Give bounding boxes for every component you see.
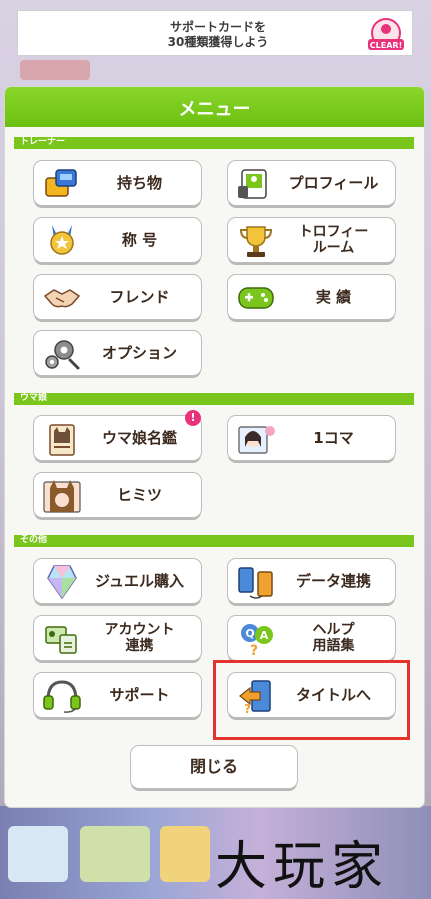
jewel-purchase-button[interactable]: ジュエル購入	[34, 559, 201, 603]
help-icon: Q A ?	[241, 624, 273, 657]
profile-label: プロフィール	[288, 174, 379, 192]
title-button[interactable]: 称 号	[34, 218, 201, 262]
account-label-line1: アカウント	[104, 622, 175, 638]
svg-text:Q: Q	[245, 627, 254, 640]
help-label-line2: 用語集	[312, 638, 355, 654]
items-label: 持ち物	[116, 174, 162, 192]
book-icon	[49, 424, 75, 456]
help-glossary-label: ヘルプ 用語集	[278, 616, 389, 660]
one-koma-label: 1コマ	[313, 429, 354, 447]
items-icon	[45, 169, 77, 197]
friend-label: フレンド	[109, 288, 170, 306]
watermark-text: 大玩家	[215, 837, 390, 897]
background-card	[8, 826, 68, 882]
one-koma-button[interactable]: 1コマ	[228, 416, 395, 460]
jewel-icon	[47, 565, 77, 600]
menu-title: メニュー	[178, 99, 251, 120]
help-glossary-button[interactable]: Q A ? ヘルプ 用語集	[228, 616, 395, 660]
friend-button[interactable]: フレンド	[34, 275, 201, 319]
banner-text-line2: 30種類獲得しよう	[167, 35, 269, 49]
uma-encyclopedia-button[interactable]: ウマ娘名鑑	[34, 416, 201, 460]
trophy-room-label: トロフィー ルーム	[278, 218, 389, 262]
section-umamusume: ウマ娘	[14, 393, 414, 405]
character-portrait-icon	[238, 426, 275, 454]
data-link-label: データ連携	[295, 572, 371, 590]
account-link-label: アカウント 連携	[84, 616, 195, 660]
background-card	[80, 826, 150, 882]
section-trainer: トレーナー	[14, 137, 414, 149]
banner-text: サポートカードを 30種類獲得しよう	[128, 20, 308, 50]
headset-icon	[43, 680, 81, 713]
jewel-purchase-label: ジュエル購入	[95, 572, 184, 590]
section-other: その他	[14, 535, 414, 547]
account-link-icon	[45, 626, 77, 654]
section-label: その他	[20, 535, 48, 545]
gear-icon	[45, 340, 80, 370]
section-label: トレーナー	[20, 137, 66, 147]
trophy-icon	[239, 226, 273, 257]
account-label-line2: 連携	[125, 638, 154, 654]
achievements-button[interactable]: 実 績	[228, 275, 395, 319]
gamepad-icon	[238, 287, 274, 309]
account-link-button[interactable]: アカウント 連携	[34, 616, 201, 660]
medal-icon	[50, 225, 74, 255]
new-notification-badge: !	[185, 410, 201, 426]
highlight-box	[213, 660, 410, 740]
support-button[interactable]: サポート	[34, 673, 201, 717]
clear-badge-text: CLEAR!	[370, 41, 402, 50]
items-button[interactable]: 持ち物	[34, 161, 201, 205]
character-secret-icon	[43, 480, 81, 513]
section-label: ウマ娘	[20, 393, 48, 403]
close-button[interactable]: 閉じる	[131, 746, 297, 788]
uma-encyclopedia-label: ウマ娘名鑑	[101, 429, 177, 447]
achievements-label: 実 績	[315, 288, 352, 306]
device-sync-icon	[238, 567, 273, 599]
option-button[interactable]: オプション	[34, 331, 201, 375]
trophy-label-line2: ルーム	[312, 240, 355, 256]
svg-text:A: A	[260, 629, 269, 642]
profile-card-icon	[238, 169, 267, 199]
trophy-room-button[interactable]: トロフィー ルーム	[228, 218, 395, 262]
mission-banner[interactable]: サポートカードを 30種類獲得しよう CLEAR!	[17, 10, 413, 56]
title-label: 称 号	[121, 231, 158, 249]
himitsu-label: ヒミツ	[116, 486, 162, 504]
profile-button[interactable]: プロフィール	[228, 161, 395, 205]
support-label: サポート	[109, 686, 170, 704]
help-label-line1: ヘルプ	[312, 622, 355, 638]
background-decoration	[20, 60, 90, 80]
himitsu-button[interactable]: ヒミツ	[34, 473, 201, 517]
background-card	[160, 826, 210, 882]
option-label: オプション	[101, 344, 177, 362]
menu-header: メニュー	[5, 87, 424, 127]
banner-text-line1: サポートカードを	[169, 20, 266, 34]
trophy-label-line1: トロフィー	[298, 224, 369, 240]
handshake-icon	[43, 289, 81, 308]
svg-text:?: ?	[250, 643, 258, 657]
data-link-button[interactable]: データ連携	[228, 559, 395, 603]
clear-badge-icon: CLEAR!	[368, 18, 404, 50]
close-label: 閉じる	[189, 757, 238, 776]
